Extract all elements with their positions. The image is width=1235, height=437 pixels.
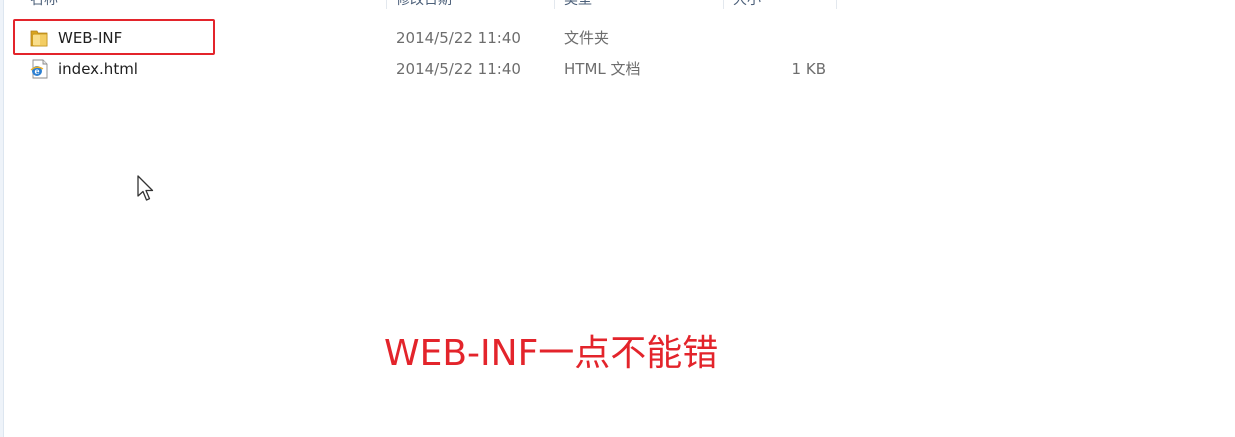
column-divider[interactable] (723, 0, 724, 9)
file-name[interactable]: index.html (58, 55, 138, 83)
column-header-bar: 名称 修改日期 类型 大小 (4, 0, 1235, 9)
mouse-pointer-icon (136, 174, 156, 204)
file-modified-date: 2014/5/22 11:40 (396, 29, 521, 47)
file-row-index-html[interactable]: e index.html 2014/5/22 11:40 HTML 文档 1 K… (24, 55, 834, 83)
html-file-icon: e (28, 59, 50, 79)
column-header-size[interactable]: 大小 (733, 0, 761, 9)
file-size: 1 KB (791, 60, 826, 78)
column-header-name[interactable]: 名称 (30, 0, 58, 9)
file-size (764, 24, 826, 52)
column-divider[interactable] (554, 0, 555, 9)
file-modified-date: 2014/5/22 11:40 (396, 60, 521, 78)
file-list-pane: 名称 修改日期 类型 大小 WEB-INF 2014/5/22 11:40 文件… (0, 0, 1235, 437)
web-inf-highlight-box (13, 19, 215, 55)
column-header-modified[interactable]: 修改日期 (396, 0, 452, 9)
file-type: HTML 文档 (564, 60, 641, 78)
column-divider[interactable] (386, 0, 387, 9)
column-header-type[interactable]: 类型 (564, 0, 592, 9)
file-type: 文件夹 (564, 29, 610, 47)
column-divider[interactable] (836, 0, 837, 9)
annotation-text: WEB-INF一点不能错 (384, 333, 719, 374)
pane-left-border (0, 0, 4, 437)
